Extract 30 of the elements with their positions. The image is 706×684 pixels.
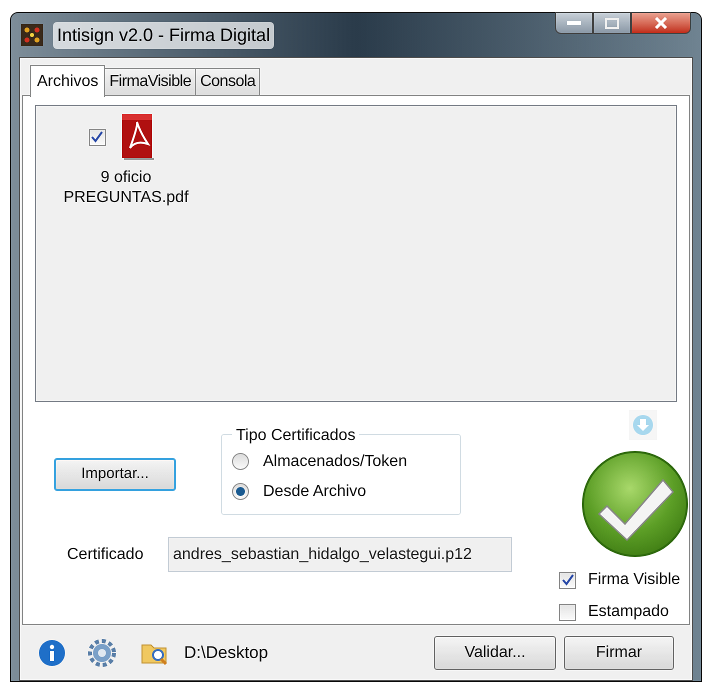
app-logo-icon [21, 24, 43, 46]
maximize-icon [605, 18, 619, 28]
sign-checkmark-icon[interactable] [581, 450, 689, 558]
folder-path: D:\Desktop [184, 642, 268, 664]
close-button[interactable] [631, 12, 691, 34]
action-button[interactable]: Validar... [434, 636, 556, 670]
settings-icon[interactable] [88, 638, 116, 666]
checkbox-label: Estampado [588, 602, 669, 622]
tab[interactable]: Consola [195, 68, 260, 96]
certificate-field[interactable]: andres_sebastian_hidalgo_velastegui.p12 [168, 537, 512, 572]
checkbox[interactable] [559, 572, 576, 588]
radio-label: Desde Archivo [263, 482, 366, 502]
checkbox[interactable] [559, 604, 576, 620]
radio-button[interactable] [232, 483, 249, 500]
radio-label: Almacenados/Token [263, 452, 408, 472]
radio-button[interactable] [232, 453, 249, 470]
close-icon [654, 17, 668, 29]
info-icon[interactable] [38, 638, 66, 666]
import-button[interactable]: Importar... [54, 458, 176, 491]
file-name: 9 oficio PREGUNTAS.pdf [62, 168, 190, 208]
checkbox[interactable] [88, 128, 106, 146]
action-button[interactable]: Firmar [564, 636, 674, 670]
maximize-button[interactable] [593, 12, 631, 34]
window-title: Intisign v2.0 - Firma Digital [53, 22, 274, 48]
certificate-label: Certificado [67, 544, 144, 564]
minimize-icon [567, 21, 581, 25]
tab[interactable]: Archivos [30, 65, 106, 97]
minimize-button[interactable] [555, 12, 593, 34]
tab[interactable]: FirmaVisible [104, 68, 196, 96]
checkbox-label: Firma Visible [588, 570, 680, 590]
